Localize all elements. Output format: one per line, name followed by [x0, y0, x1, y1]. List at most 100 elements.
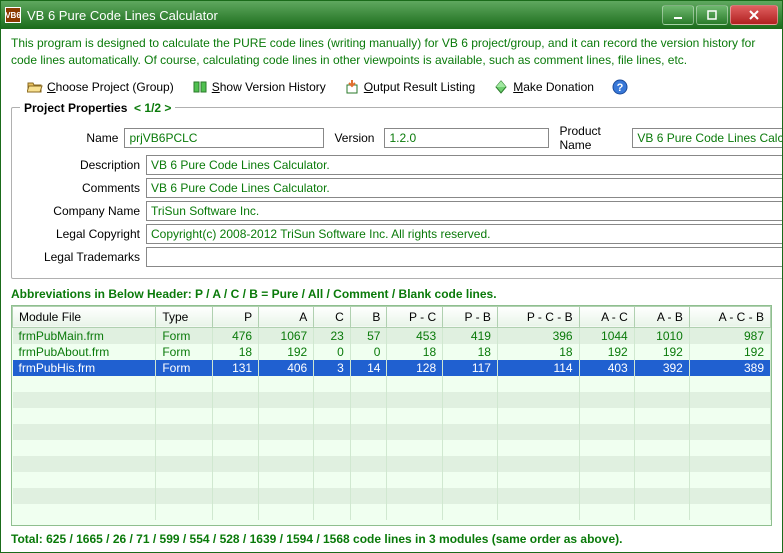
help-button[interactable]: ? [612, 79, 628, 95]
cell: 117 [443, 360, 498, 376]
cell: 389 [689, 360, 770, 376]
table-row[interactable]: frmPubMain.frmForm4761067235745341939610… [13, 327, 771, 344]
col-header[interactable]: A - C [579, 306, 634, 327]
col-header[interactable]: B [350, 306, 387, 327]
empty-row [13, 456, 771, 472]
name-label: Name [20, 131, 118, 145]
cell: 128 [387, 360, 443, 376]
cell: 453 [387, 327, 443, 344]
cell: 114 [497, 360, 579, 376]
help-icon: ? [612, 79, 628, 95]
table-row[interactable]: frmPubAbout.frmForm181920018181819219219… [13, 344, 771, 360]
cell: 192 [259, 344, 314, 360]
cell: 18 [443, 344, 498, 360]
empty-row [13, 504, 771, 520]
col-header[interactable]: P - C - B [497, 306, 579, 327]
titlebar[interactable]: VB6 VB 6 Pure Code Lines Calculator [1, 1, 782, 29]
folder-open-icon [27, 79, 43, 95]
col-header[interactable]: Type [156, 306, 213, 327]
cell: 0 [314, 344, 351, 360]
empty-row [13, 392, 771, 408]
comments-field[interactable] [146, 178, 782, 198]
minimize-button[interactable] [662, 5, 694, 25]
col-header[interactable]: A - B [634, 306, 689, 327]
cell: 18 [213, 344, 259, 360]
cell: 1044 [579, 327, 634, 344]
cell: 192 [634, 344, 689, 360]
choose-project-button[interactable]: Choose Project (Group) [27, 79, 174, 95]
history-icon [192, 79, 208, 95]
col-header[interactable]: P - C [387, 306, 443, 327]
cell: 403 [579, 360, 634, 376]
cell: frmPubMain.frm [13, 327, 156, 344]
comments-label: Comments [20, 181, 140, 195]
svg-text:?: ? [617, 82, 624, 94]
export-icon [344, 79, 360, 95]
cell: 419 [443, 327, 498, 344]
cell: 987 [689, 327, 770, 344]
copyright-label: Legal Copyright [20, 227, 140, 241]
app-icon: VB6 [5, 7, 21, 23]
cell: Form [156, 360, 213, 376]
cell: Form [156, 327, 213, 344]
window-title: VB 6 Pure Code Lines Calculator [27, 8, 662, 23]
donation-icon [493, 79, 509, 95]
cell: 0 [350, 344, 387, 360]
col-header[interactable]: A - C - B [689, 306, 770, 327]
empty-row [13, 488, 771, 504]
output-listing-button[interactable]: Output Result Listing [344, 79, 475, 95]
window-controls [662, 5, 778, 25]
cell: 18 [387, 344, 443, 360]
project-properties-group: Project Properties < 1/2 > Name Version … [11, 101, 782, 279]
empty-row [13, 472, 771, 488]
name-field[interactable] [124, 128, 324, 148]
cell: frmPubAbout.frm [13, 344, 156, 360]
col-header[interactable]: C [314, 306, 351, 327]
cell: 131 [213, 360, 259, 376]
make-donation-button[interactable]: Make Donation [493, 79, 594, 95]
toolbar: Choose Project (Group) Show Version Hist… [11, 75, 772, 101]
col-header[interactable]: A [259, 306, 314, 327]
version-label: Version [330, 131, 378, 145]
cell: 23 [314, 327, 351, 344]
show-history-button[interactable]: Show Version History [192, 79, 326, 95]
results-table: Module FileTypePACBP - CP - BP - C - BA … [12, 306, 771, 520]
abbreviations-text: Abbreviations in Below Header: P / A / C… [11, 287, 772, 301]
close-button[interactable] [730, 5, 778, 25]
cell: 192 [689, 344, 770, 360]
properties-pager[interactable]: < 1/2 > [134, 101, 171, 115]
trademarks-label: Legal Trademarks [20, 250, 140, 264]
product-field[interactable] [632, 128, 782, 148]
project-properties-legend: Project Properties < 1/2 > [20, 101, 175, 115]
cell: 392 [634, 360, 689, 376]
cell: 1067 [259, 327, 314, 344]
output-listing-label: Output Result Listing [364, 80, 475, 94]
empty-row [13, 408, 771, 424]
company-field[interactable] [146, 201, 782, 221]
company-label: Company Name [20, 204, 140, 218]
empty-row [13, 424, 771, 440]
product-label: Product Name [555, 124, 626, 152]
trademarks-field[interactable] [146, 247, 782, 267]
copyright-field[interactable] [146, 224, 782, 244]
col-header[interactable]: P - B [443, 306, 498, 327]
table-row[interactable]: frmPubHis.frmForm13140631412811711440339… [13, 360, 771, 376]
cell: frmPubHis.frm [13, 360, 156, 376]
results-grid[interactable]: Module FileTypePACBP - CP - BP - C - BA … [11, 305, 772, 526]
description-field[interactable] [146, 155, 782, 175]
col-header[interactable]: Module File [13, 306, 156, 327]
content-area: This program is designed to calculate th… [1, 29, 782, 552]
cell: Form [156, 344, 213, 360]
table-header-row: Module FileTypePACBP - CP - BP - C - BA … [13, 306, 771, 327]
empty-row [13, 376, 771, 392]
cell: 396 [497, 327, 579, 344]
cell: 1010 [634, 327, 689, 344]
cell: 3 [314, 360, 351, 376]
app-window: VB6 VB 6 Pure Code Lines Calculator This… [0, 0, 783, 553]
choose-project-label: Choose Project (Group) [47, 80, 174, 94]
totals-line: Total: 625 / 1665 / 26 / 71 / 599 / 554 … [11, 526, 772, 548]
cell: 476 [213, 327, 259, 344]
col-header[interactable]: P [213, 306, 259, 327]
maximize-button[interactable] [696, 5, 728, 25]
version-field[interactable] [384, 128, 549, 148]
